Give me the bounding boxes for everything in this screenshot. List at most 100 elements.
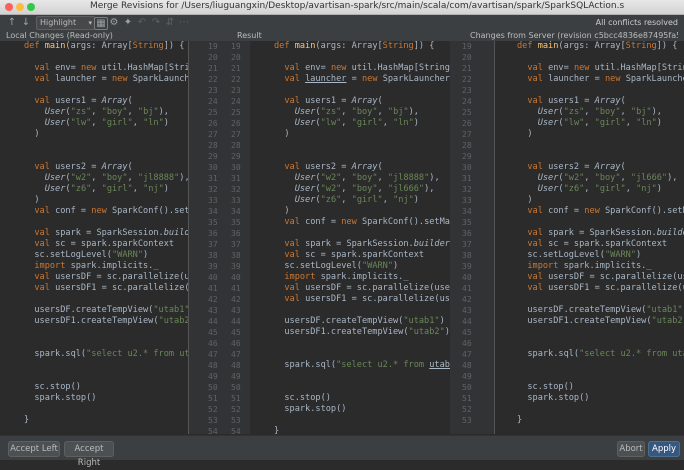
settings-icon[interactable]: ▦ xyxy=(94,17,108,30)
line-number: 42 xyxy=(450,294,494,305)
line-number: 48 xyxy=(228,360,250,371)
code-token: "bj" xyxy=(388,107,409,117)
code-token: val xyxy=(34,272,55,282)
code-token: ) xyxy=(24,129,40,139)
line-number: 23 xyxy=(450,85,494,96)
code-token: "girl" xyxy=(102,118,133,128)
line-number: 50 xyxy=(188,382,228,393)
code-token: main xyxy=(538,41,559,51)
apply-button[interactable]: Apply xyxy=(648,441,680,457)
line-number: 43 xyxy=(450,305,494,316)
code-token: ( xyxy=(621,162,626,172)
code-token: ) xyxy=(657,118,662,128)
line-number: 47 xyxy=(228,349,250,360)
line-number: 33 xyxy=(228,195,250,206)
toolbar: ↑ ↓ Highlight words ▾ ▦ ⚙ ✦ ↶ ↷ ⇵ ⋯ All … xyxy=(0,15,684,32)
search-icon[interactable]: ⚙ xyxy=(108,16,120,30)
code-token: "girl" xyxy=(595,184,626,194)
code-token: , xyxy=(128,173,138,183)
code-line xyxy=(250,371,450,382)
code-token xyxy=(274,162,284,172)
code-token xyxy=(274,294,284,304)
line-number: 45 xyxy=(450,327,494,338)
code-token: "jl666" xyxy=(631,173,667,183)
abort-button[interactable]: Abort xyxy=(617,441,645,457)
code-token: ( xyxy=(128,96,133,106)
code-token: ( xyxy=(621,96,626,106)
code-token: def xyxy=(24,41,45,51)
magic-icon[interactable]: ✦ xyxy=(122,16,134,30)
redo-icon[interactable]: ↷ xyxy=(150,16,162,30)
next-arrow-icon[interactable]: ↓ xyxy=(20,16,32,30)
prev-arrow-icon[interactable]: ↑ xyxy=(6,16,18,30)
code-token: "utab2" xyxy=(409,327,445,337)
line-number: 50 xyxy=(228,382,250,393)
maximize-icon[interactable] xyxy=(27,3,35,11)
code-token xyxy=(24,272,34,282)
result-editor[interactable]: def main(args: Array[String]) { val env=… xyxy=(250,41,450,434)
line-number: 51 xyxy=(450,393,494,404)
right-editor[interactable]: def main(args: Array[String]) { val env=… xyxy=(495,41,684,434)
minimize-icon[interactable] xyxy=(16,3,24,11)
code-token: new xyxy=(91,206,112,216)
line-number: 20 xyxy=(228,52,250,63)
code-token: launcher xyxy=(305,74,346,84)
code-token: "boy" xyxy=(595,173,621,183)
close-icon[interactable] xyxy=(5,3,13,11)
code-token: val xyxy=(527,206,548,216)
line-number: 32 xyxy=(228,184,250,195)
code-line: ) xyxy=(495,195,684,206)
code-token: usersDF = sc.parallelize(users1). xyxy=(305,283,450,293)
code-token: val xyxy=(527,272,548,282)
left-editor[interactable]: def main(args: Array[String]) { val env=… xyxy=(0,41,188,434)
line-number: 47 xyxy=(450,349,494,360)
code-token: , xyxy=(341,118,351,128)
line-number: 27 xyxy=(188,129,228,140)
word-mode-select[interactable]: Highlight words ▾ xyxy=(36,16,95,30)
code-token xyxy=(24,206,34,216)
code-token: User xyxy=(295,118,316,128)
code-line: val launcher = new SparkLauncher(env xyxy=(0,74,188,85)
code-token: util.HashMap[String,Stri xyxy=(352,63,450,73)
code-token: "jl8888" xyxy=(138,173,179,183)
code-line: usersDF.createTempView("utab1") xyxy=(495,305,684,316)
code-token: val xyxy=(34,239,55,249)
code-token: String xyxy=(133,41,164,51)
code-token: SparkLauncher(env xyxy=(626,74,684,84)
code-token xyxy=(24,228,34,238)
code-line: val spark = SparkSession.builder().c xyxy=(250,239,450,250)
line-number: 32 xyxy=(450,184,494,195)
code-line xyxy=(495,140,684,151)
code-token: "ln" xyxy=(143,118,164,128)
code-token: ) xyxy=(657,184,662,194)
code-line: val users2 = Array( xyxy=(495,162,684,173)
sync-scroll-icon[interactable]: ⇵ xyxy=(164,16,176,30)
code-line: spark.stop() xyxy=(495,393,684,404)
code-token: new xyxy=(81,63,102,73)
code-token: Array xyxy=(352,96,378,106)
code-line: ) xyxy=(495,129,684,140)
code-line xyxy=(0,217,188,228)
code-token: "lw" xyxy=(321,118,342,128)
code-line: User("z6", "girl", "nj") xyxy=(495,184,684,195)
line-number: 21 xyxy=(188,63,228,74)
accept-right-button[interactable]: Accept Right xyxy=(64,441,114,457)
code-token: env= xyxy=(55,63,81,73)
code-line: spark.stop() xyxy=(0,393,188,404)
code-token: SparkConf().setMaster( xyxy=(362,217,450,227)
code-token: usersDF1.createTempView( xyxy=(517,316,652,326)
more-icon[interactable]: ⋯ xyxy=(178,16,190,30)
code-token: (args: Array[ xyxy=(315,41,382,51)
code-line: val users2 = Array( xyxy=(0,162,188,173)
undo-icon[interactable]: ↶ xyxy=(136,16,148,30)
code-token xyxy=(517,184,538,194)
code-line xyxy=(250,415,450,426)
code-token: "girl" xyxy=(102,184,133,194)
code-token: "select u2.* from utab1 u xyxy=(579,349,684,359)
accept-left-button[interactable]: Accept Left xyxy=(8,441,60,457)
line-number: 31 xyxy=(228,173,250,184)
code-token xyxy=(274,283,284,293)
code-line: val launcher = new SparkLauncher(env) xyxy=(250,74,450,85)
code-token: "utab1" xyxy=(403,316,439,326)
code-token: val xyxy=(284,217,305,227)
